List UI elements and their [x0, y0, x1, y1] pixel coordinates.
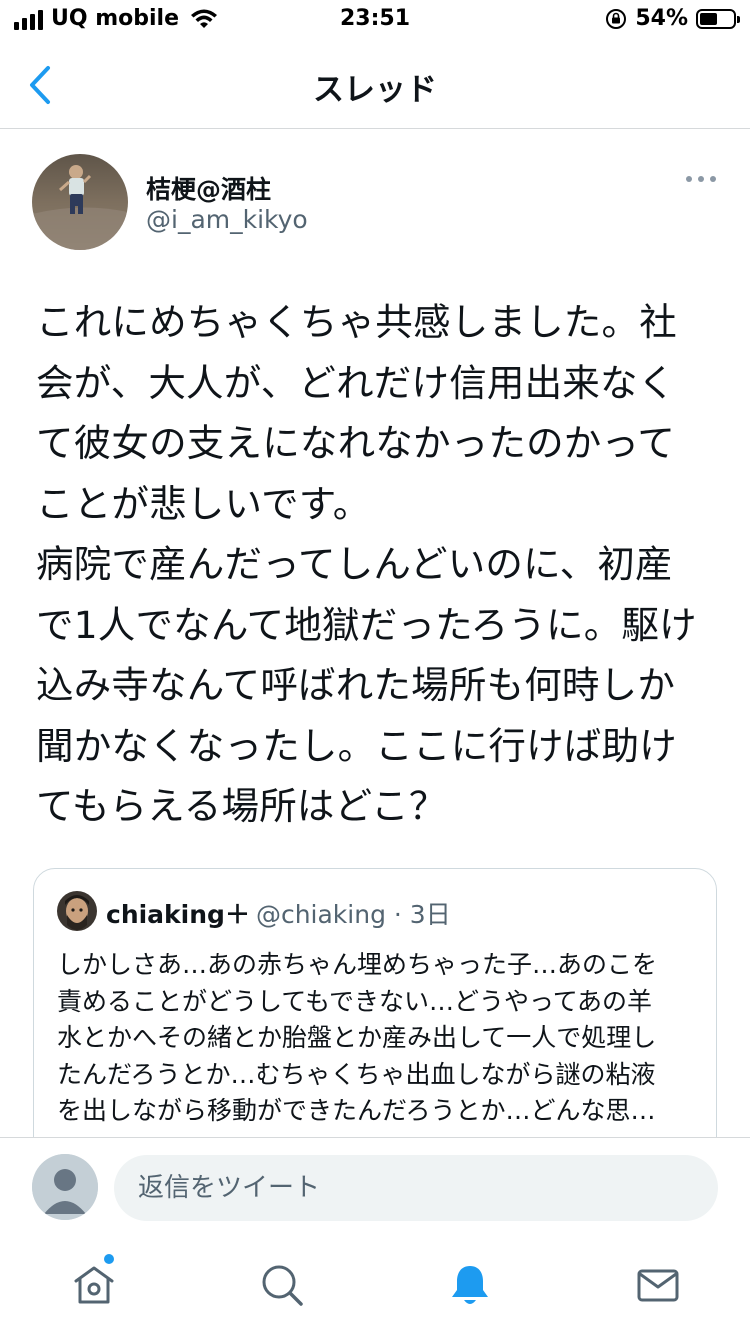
quoted-text-line: を出しながら移動ができたんだろうとか…どんな思…	[57, 1096, 656, 1125]
default-avatar-icon	[32, 1154, 98, 1220]
avatar-photo	[32, 154, 128, 250]
quoted-text-line: しかしさあ…あの赤ちゃん埋めちゃった子…あのこを	[57, 950, 658, 979]
more-options-button[interactable]	[686, 176, 716, 182]
status-right: 54%	[605, 6, 740, 31]
battery-percent: 54%	[635, 6, 688, 31]
tweet-text-line: てもらえる場所はどこ？	[36, 784, 447, 828]
tweet-text-line: て彼女の支えになれなかったのかって	[36, 421, 676, 465]
page-title: スレッド	[313, 72, 437, 108]
tab-search[interactable]	[258, 1261, 306, 1309]
author-name[interactable]: 桔梗@酒柱	[146, 170, 271, 206]
mail-icon	[637, 1269, 679, 1302]
tweet-text-line: これにめちゃくちゃ共感しました。社	[36, 300, 677, 344]
tab-home[interactable]	[70, 1261, 118, 1309]
home-notification-dot	[104, 1254, 114, 1264]
tweet-text-line: 会が、大人が、どれだけ信用出来なく	[36, 360, 676, 405]
home-icon	[74, 1266, 114, 1304]
quoted-handle-time: @chiaking · 3日	[255, 900, 451, 929]
search-icon	[262, 1265, 303, 1306]
tweet-text-line: 込み寺なんて呼ばれた場所も何時しか	[36, 663, 676, 707]
quoted-author-name: chiaking＋	[106, 900, 250, 929]
reply-input[interactable]: 返信をツイート	[114, 1155, 718, 1221]
tweet-text-line: ことが悲しいです。	[36, 481, 371, 526]
battery-fill	[700, 12, 717, 25]
nav-bar: スレッド	[0, 42, 750, 129]
battery-icon	[696, 8, 740, 29]
tab-notifications[interactable]	[446, 1261, 494, 1309]
avatar-photo	[57, 891, 97, 931]
bell-icon	[452, 1266, 488, 1304]
tweet-text-line: 病院で産んだってしんどいのに、初産	[36, 542, 673, 586]
reply-bar: 返信をツイート	[0, 1137, 750, 1238]
quoted-author-avatar	[57, 891, 97, 931]
tab-messages[interactable]	[634, 1261, 682, 1309]
quoted-tweet-text: しかしさあ…あの赤ちゃん埋めちゃった子…あのこを 責めることがどうしてもできない…	[57, 947, 697, 1130]
status-bar: UQ mobile 23:51 54%	[0, 0, 750, 42]
quoted-tweet-header: chiaking＋ @chiaking · 3日	[106, 895, 451, 931]
more-dots-icon	[686, 176, 692, 182]
quoted-text-line: 責めることがどうしてもできない…どうやってあの羊	[57, 986, 653, 1016]
tweet-text-line: 聞かなくなったし。ここに行けば助け	[36, 723, 677, 768]
tweet-text-line: で1人でなんて地獄だったろうに。駆け	[36, 602, 697, 647]
tab-bar	[0, 1237, 750, 1334]
quoted-text-line: 水とかへその緒とか胎盤とか産み出して一人で処理し	[57, 1023, 657, 1052]
quoted-text-line: たんだろうとか…むちゃくちゃ出血しながら謎の粘液	[57, 1059, 656, 1089]
tweet-text: これにめちゃくちゃ共感しました。社 会が、大人が、どれだけ信用出来なく て彼女の…	[36, 292, 726, 837]
author-handle[interactable]: @i_am_kikyo	[146, 205, 308, 234]
orientation-lock-icon	[606, 8, 627, 29]
author-avatar[interactable]	[32, 154, 128, 250]
user-avatar[interactable]	[32, 1154, 98, 1220]
